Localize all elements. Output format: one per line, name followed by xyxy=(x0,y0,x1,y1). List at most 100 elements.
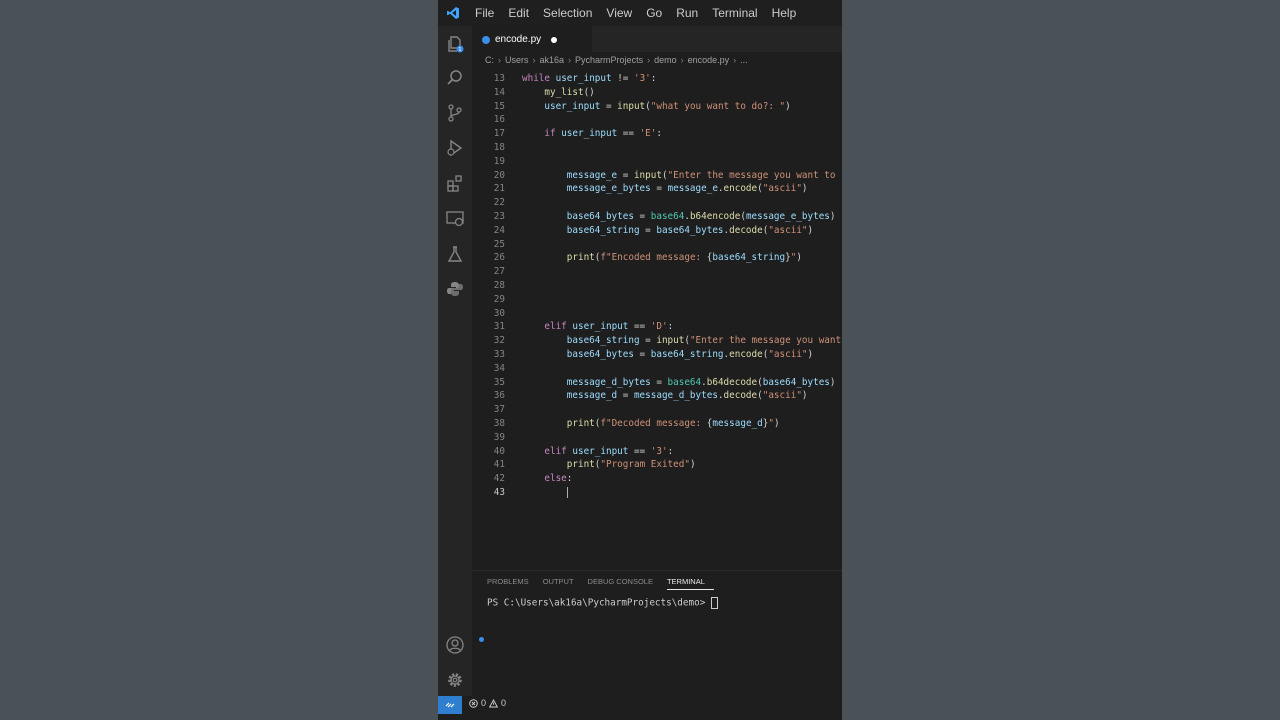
code-text: message_d = message_d_bytes.decode("asci… xyxy=(522,389,808,403)
line-number: 23 xyxy=(493,211,505,222)
code-line[interactable]: 40 elif user_input == '3': xyxy=(472,445,842,459)
panel-tab-terminal[interactable]: TERMINAL xyxy=(666,575,714,590)
code-line[interactable]: 24 base64_string = base64_bytes.decode("… xyxy=(472,224,842,238)
account-icon[interactable] xyxy=(445,635,465,655)
panel-tab-output[interactable]: OUTPUT xyxy=(543,575,583,589)
code-token: base64_bytes xyxy=(566,349,634,360)
code-line[interactable]: 21 message_e_bytes = message_e.encode("a… xyxy=(472,182,842,196)
code-editor[interactable]: 13 while user_input != '3': 14 my_list() 15… xyxy=(472,72,842,542)
code-token: base64_string xyxy=(566,224,640,236)
line-number: 29 xyxy=(493,293,505,305)
svg-text:1: 1 xyxy=(458,47,461,53)
code-line[interactable]: 16 xyxy=(472,113,842,127)
code-text: base64_string = base64_bytes.decode("asc… xyxy=(522,224,813,238)
tab-encode-py[interactable]: encode.py xyxy=(472,26,592,52)
code-token: input xyxy=(656,335,685,347)
menu-help[interactable]: Help xyxy=(765,6,804,20)
breadcrumb-item[interactable]: encode.py xyxy=(688,55,730,65)
code-line[interactable]: 26 print(f"Encoded message: {base64_stri… xyxy=(472,251,842,265)
code-token: base64_string xyxy=(650,349,724,360)
code-line[interactable]: 13 while user_input != '3': xyxy=(472,72,842,86)
code-line[interactable]: 31 elif user_input == 'D': xyxy=(472,320,842,334)
extensions-icon[interactable] xyxy=(445,173,465,193)
code-line[interactable]: 25 xyxy=(472,238,842,252)
terminal-line[interactable]: PS C:\Users\ak16a\PycharmProjects\demo> xyxy=(487,597,718,609)
menu-file[interactable]: File xyxy=(468,6,501,20)
code-line[interactable]: 35 message_d_bytes = base64.b64decode(ba… xyxy=(472,376,842,390)
problems-status[interactable]: 0 0 xyxy=(469,698,506,708)
explorer-icon[interactable]: 1 xyxy=(445,34,465,54)
source-control-icon[interactable] xyxy=(445,103,465,123)
remote-explorer-icon[interactable] xyxy=(445,209,465,229)
code-line[interactable]: 30 xyxy=(472,307,842,321)
menu-run[interactable]: Run xyxy=(669,6,705,20)
menu-terminal[interactable]: Terminal xyxy=(705,6,764,20)
breadcrumb: C: › Users › ak16a › PycharmProjects › demo › enco… xyxy=(472,52,842,68)
breadcrumb-item[interactable]: demo xyxy=(654,55,677,65)
code-token: 'D' xyxy=(650,321,668,333)
code-token: = xyxy=(633,211,651,222)
unsaved-changes-dot-icon[interactable] xyxy=(551,36,558,43)
code-line[interactable]: 19 xyxy=(472,155,842,169)
code-token: ) xyxy=(801,390,808,402)
menu-edit[interactable]: Edit xyxy=(501,6,536,20)
code-text xyxy=(522,486,568,500)
menu-go[interactable]: Go xyxy=(639,6,669,20)
code-line[interactable]: 33 base64_bytes = base64_string.encode("… xyxy=(472,348,842,362)
breadcrumb-separator: › xyxy=(498,55,501,65)
breadcrumb-item[interactable]: C: xyxy=(485,55,494,65)
panel-tab-debug-console[interactable]: DEBUG CONSOLE xyxy=(588,575,662,589)
breadcrumb-item[interactable]: ... xyxy=(740,55,748,65)
code-line[interactable]: 41 print("Program Exited") xyxy=(472,458,842,472)
line-number: 39 xyxy=(493,431,505,443)
line-number: 14 xyxy=(493,86,505,98)
breadcrumb-item[interactable]: Users xyxy=(505,55,529,65)
code-line[interactable]: 42 else: xyxy=(472,472,842,486)
panel-tab-problems[interactable]: PROBLEMS xyxy=(487,575,538,589)
breadcrumb-item[interactable]: PycharmProjects xyxy=(575,55,643,65)
code-token: ) xyxy=(829,376,836,388)
line-number: 25 xyxy=(493,238,505,250)
code-line[interactable]: 39 xyxy=(472,431,842,445)
code-line[interactable]: 18 xyxy=(472,141,842,155)
settings-gear-icon[interactable] xyxy=(445,670,465,690)
python-icon[interactable] xyxy=(445,279,465,299)
remote-indicator-icon[interactable] xyxy=(438,696,462,714)
code-token: if xyxy=(544,128,556,140)
code-token: "Program Exited" xyxy=(600,459,690,471)
code-line[interactable]: 23 base64_bytes = base64.b64encode(messa… xyxy=(472,210,842,224)
code-line[interactable]: 14 my_list() xyxy=(472,86,842,100)
breadcrumb-separator: › xyxy=(647,55,651,65)
code-line[interactable]: 34 xyxy=(472,362,842,376)
panel-tabs: PROBLEMS OUTPUT DEBUG CONSOLE TERMINAL xyxy=(487,575,719,590)
code-token: input xyxy=(617,100,646,112)
code-line[interactable]: 43 xyxy=(472,486,842,500)
testing-icon[interactable] xyxy=(445,244,465,264)
search-icon[interactable] xyxy=(445,68,465,88)
breadcrumb-item[interactable]: ak16a xyxy=(540,55,565,65)
code-line[interactable]: 22 xyxy=(472,196,842,210)
code-line[interactable]: 20 message_e = input("Enter the message … xyxy=(472,169,842,183)
run-debug-icon[interactable] xyxy=(445,138,465,158)
code-token: = xyxy=(650,183,668,195)
code-line[interactable]: 29 xyxy=(472,293,842,307)
code-token: = xyxy=(639,224,657,236)
line-number: 21 xyxy=(493,183,505,195)
code-text: user_input = input("what you want to do?… xyxy=(522,100,790,114)
code-line[interactable]: 32 base64_string = input("Enter the mess… xyxy=(472,334,842,348)
code-line[interactable]: 15 user_input = input("what you want to … xyxy=(472,100,842,114)
menu-view[interactable]: View xyxy=(599,6,639,20)
code-line[interactable]: 17 if user_input == 'E': xyxy=(472,127,842,141)
code-token: message_d xyxy=(712,418,763,429)
code-line[interactable]: 27 xyxy=(472,265,842,279)
code-token: print xyxy=(566,418,595,429)
code-token: b64decode xyxy=(706,376,758,388)
code-line[interactable]: 28 xyxy=(472,279,842,293)
code-line[interactable]: 36 message_d = message_d_bytes.decode("a… xyxy=(472,389,842,403)
menu-selection[interactable]: Selection xyxy=(536,6,599,20)
code-line[interactable]: 37 xyxy=(472,403,842,417)
code-line[interactable]: 38 print(f"Decoded message: {message_d}"… xyxy=(472,417,842,431)
